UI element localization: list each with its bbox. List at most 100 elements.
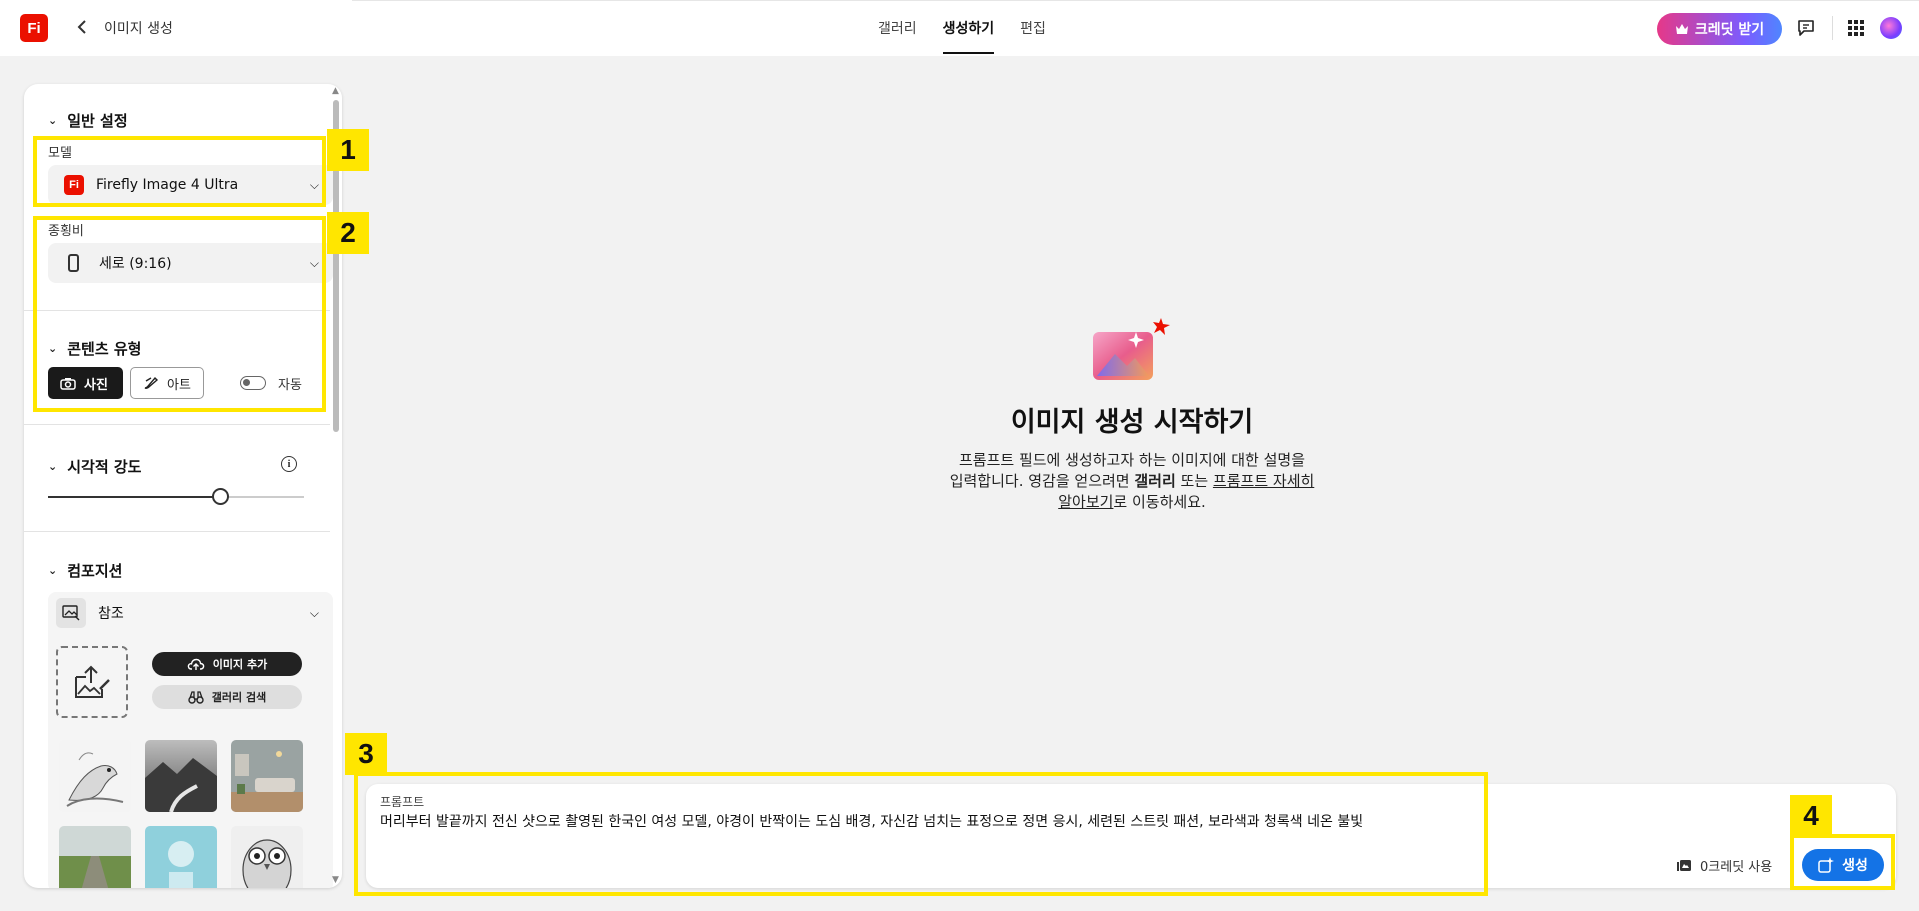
- crown-icon: [1675, 24, 1688, 34]
- nav-tabs: 갤러리 생성하기 편집: [878, 0, 1046, 56]
- firefly-model-icon: Fi: [64, 175, 84, 195]
- header-divider: [1832, 16, 1833, 40]
- info-icon[interactable]: i: [281, 456, 297, 472]
- aspect-ratio-label: 종횡비: [48, 224, 84, 239]
- portrait-phone-icon: [68, 254, 79, 272]
- reference-dropdown[interactable]: 참조 ⌵: [48, 592, 333, 634]
- slider-thumb[interactable]: [211, 488, 229, 505]
- reference-image-icon: [56, 598, 86, 628]
- annotation-number-3: 3: [345, 733, 387, 775]
- chevron-down-icon: ⌵: [309, 605, 319, 620]
- back-button[interactable]: [70, 14, 94, 40]
- get-credits-label: 크레딧 받기: [1694, 22, 1765, 38]
- model-value: Firefly Image 4 Ultra: [96, 177, 239, 193]
- gallery-search-label: 갤러리 검색: [211, 691, 267, 704]
- binoculars-icon: [188, 690, 204, 704]
- generate-sparkle-icon: [1818, 857, 1835, 873]
- desc-line-2: 입력합니다. 영감을 얻으려면 갤러리 또는 프롬프트 자세히: [932, 471, 1332, 492]
- general-settings-header[interactable]: ⌄ 일반 설정: [48, 110, 128, 131]
- chevron-left-icon: [77, 20, 86, 34]
- camera-icon: [60, 377, 76, 390]
- visual-intensity-slider[interactable]: [48, 496, 304, 498]
- art-type-button[interactable]: 아트: [130, 367, 204, 399]
- reference-thumb-mountain-river[interactable]: [145, 740, 217, 812]
- comment-icon: [1798, 20, 1814, 36]
- get-credits-button[interactable]: 크레딧 받기: [1657, 13, 1782, 45]
- chevron-down-icon: ⌄: [48, 460, 58, 473]
- model-label: 모델: [48, 146, 72, 161]
- top-bar-left: [0, 0, 352, 56]
- prompt-learn-more-link[interactable]: 프롬프트 자세히: [1213, 472, 1314, 490]
- photo-type-label: 사진: [84, 377, 108, 393]
- reference-thumb-living-room[interactable]: [231, 740, 303, 812]
- gallery-search-button[interactable]: 갤러리 검색: [152, 685, 302, 709]
- apps-grid-icon: [1848, 20, 1864, 36]
- reference-thumb-sphere-pedestal[interactable]: [145, 826, 217, 888]
- chevron-down-icon: ⌄: [48, 342, 58, 355]
- settings-sidebar: ⌄ 일반 설정 모델 Fi Firefly Image 4 Ultra ⌵ 종횡…: [24, 84, 342, 888]
- section-divider: [24, 424, 330, 425]
- generate-button[interactable]: 생성: [1802, 849, 1884, 881]
- desc-end: 로 이동하세요.: [1113, 493, 1206, 511]
- chevron-down-icon: ⌄: [48, 114, 58, 127]
- annotation-number-1: 1: [327, 129, 369, 171]
- image-generation-icon: [1093, 318, 1173, 386]
- add-image-button[interactable]: 이미지 추가: [152, 652, 302, 676]
- tab-edit[interactable]: 편집: [1020, 0, 1046, 56]
- aspect-ratio-value: 세로 (9:16): [99, 256, 172, 272]
- section-divider: [24, 531, 330, 532]
- prompt-learn-more-link-cont[interactable]: 알아보기: [1058, 493, 1113, 511]
- cloud-upload-icon: [187, 658, 205, 670]
- composition-title: 컴포지션: [67, 562, 123, 580]
- composition-header[interactable]: ⌄ 컴포지션: [48, 560, 122, 581]
- reference-thumb-owl-sketch[interactable]: [231, 826, 303, 888]
- user-avatar[interactable]: [1880, 17, 1902, 39]
- image-upload-icon: [75, 665, 110, 698]
- generate-label: 생성: [1842, 858, 1868, 874]
- empty-state-description: 프롬프트 필드에 생성하고자 하는 이미지에 대한 설명을 입력합니다. 영감을…: [932, 450, 1332, 513]
- prompt-panel: [366, 784, 1896, 888]
- scroll-up-arrow[interactable]: ▲: [332, 86, 339, 96]
- art-type-label: 아트: [167, 377, 191, 393]
- firefly-logo[interactable]: Fi: [20, 14, 48, 42]
- content-type-title: 콘텐츠 유형: [67, 340, 142, 358]
- brush-icon: [144, 376, 159, 389]
- reference-thumb-field-road[interactable]: [59, 826, 131, 888]
- tab-generate[interactable]: 생성하기: [942, 0, 994, 56]
- chevron-down-icon: ⌄: [48, 564, 58, 577]
- reference-thumb-bird-sketch[interactable]: [59, 740, 131, 812]
- aspect-ratio-select[interactable]: 세로 (9:16) ⌵: [48, 243, 333, 283]
- credit-usage: 0크레딧 사용: [1676, 856, 1772, 875]
- visual-intensity-header[interactable]: ⌄ 시각적 강도: [48, 456, 141, 477]
- scroll-down-arrow[interactable]: ▼: [332, 875, 339, 885]
- apps-button[interactable]: [1844, 16, 1868, 40]
- model-select[interactable]: Fi Firefly Image 4 Ultra ⌵: [48, 165, 333, 205]
- empty-state-title: 이미지 생성 시작하기: [1010, 407, 1254, 438]
- prompt-input[interactable]: 머리부터 발끝까지 전신 샷으로 촬영된 한국인 여성 모델, 야경이 반짝이는…: [380, 811, 1480, 831]
- section-divider: [24, 310, 330, 311]
- gallery-emphasis: 갤러리: [1134, 472, 1176, 490]
- credit-icon: [1677, 859, 1691, 871]
- photo-type-button[interactable]: 사진: [48, 367, 123, 399]
- prompt-label: 프롬프트: [380, 795, 425, 809]
- annotation-number-2: 2: [327, 212, 369, 254]
- desc-or: 또는: [1175, 472, 1213, 490]
- chevron-down-icon: ⌵: [309, 177, 319, 192]
- content-type-header[interactable]: ⌄ 콘텐츠 유형: [48, 338, 141, 359]
- page-title: 이미지 생성: [104, 21, 173, 37]
- upload-reference-area[interactable]: [56, 646, 128, 718]
- slider-fill: [48, 496, 220, 498]
- feedback-button[interactable]: [1794, 16, 1818, 40]
- auto-toggle[interactable]: [240, 376, 266, 390]
- general-settings-title: 일반 설정: [67, 112, 128, 130]
- add-image-label: 이미지 추가: [212, 658, 268, 671]
- annotation-number-4: 4: [1790, 795, 1832, 837]
- auto-toggle-label: 자동: [278, 378, 302, 393]
- tab-gallery[interactable]: 갤러리: [878, 0, 917, 56]
- desc-text: 입력합니다. 영감을 얻으려면: [949, 472, 1135, 490]
- reference-label: 참조: [98, 606, 124, 622]
- chevron-down-icon: ⌵: [309, 255, 319, 270]
- credit-usage-label: 0크레딧 사용: [1700, 860, 1773, 875]
- visual-intensity-title: 시각적 강도: [67, 458, 142, 476]
- desc-line-3: 알아보기로 이동하세요.: [932, 492, 1332, 513]
